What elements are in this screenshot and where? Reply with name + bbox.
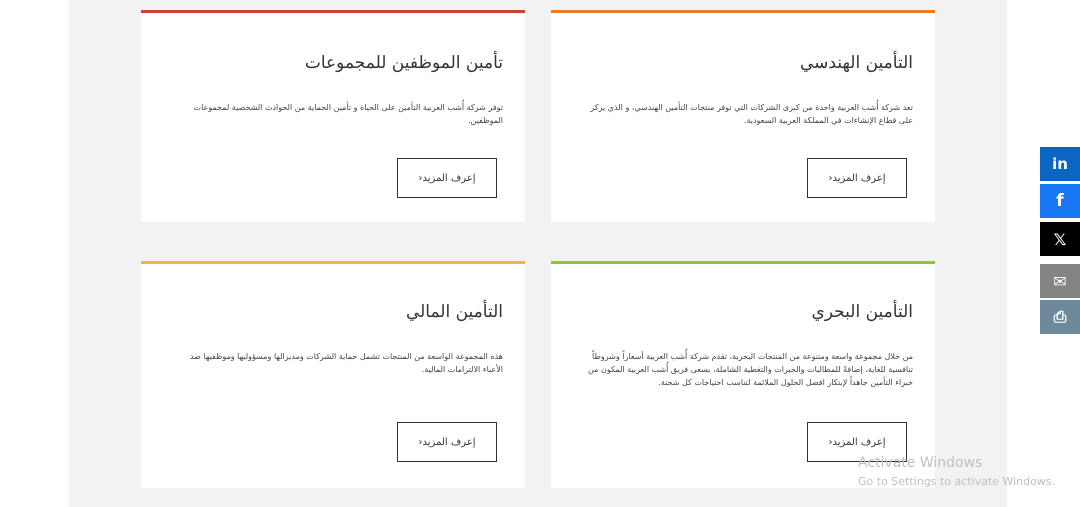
linkedin-share-button[interactable]: in xyxy=(1040,147,1080,181)
activate-windows-title: Activate Windows xyxy=(858,455,983,471)
card-group-employee-insurance: تأمين الموظفين للمجموعات توفر شركة أُشب … xyxy=(141,10,525,222)
card-title: التأمين البحري xyxy=(811,302,914,322)
facebook-share-button[interactable]: f xyxy=(1040,184,1080,218)
card-description: هذه المجموعة الواسعة من المنتجات تشمل حم… xyxy=(189,352,503,374)
card-description: من خلال مجموعة واسعة ومتنوعة من المنتجات… xyxy=(588,352,913,387)
email-icon: ✉ xyxy=(1053,271,1067,291)
card-title: التأمين المالي xyxy=(405,302,503,322)
facebook-icon: f xyxy=(1056,191,1064,211)
learn-more-button[interactable]: إعرف المزيد‹ xyxy=(807,158,907,198)
card-title: التأمين الهندسي xyxy=(800,53,913,73)
print-button[interactable]: ⎙ xyxy=(1040,300,1080,334)
card-financial-insurance: التأمين المالي هذه المجموعة الواسعة من ا… xyxy=(141,261,525,488)
card-title: تأمين الموظفين للمجموعات xyxy=(304,53,503,73)
learn-more-button[interactable]: إعرف المزيد‹ xyxy=(397,158,497,198)
email-share-button[interactable]: ✉ xyxy=(1040,264,1080,298)
x-icon: 𝕏 xyxy=(1053,229,1067,249)
activate-windows-subtitle: Go to Settings to activate Windows. xyxy=(858,475,1056,488)
linkedin-icon: in xyxy=(1052,155,1068,173)
card-marine-insurance: التأمين البحري من خلال مجموعة واسعة ومتن… xyxy=(551,261,935,488)
print-icon: ⎙ xyxy=(1053,307,1067,326)
learn-more-button[interactable]: إعرف المزيد‹ xyxy=(397,422,497,462)
x-share-button[interactable]: 𝕏 xyxy=(1040,222,1080,256)
card-description: توفر شركة أُشب العربية التأمين على الحيا… xyxy=(193,103,503,125)
card-description: تعد شركة أُشب العربية واحدة من كبرى الشر… xyxy=(590,103,913,125)
card-engineering-insurance: التأمين الهندسي تعد شركة أُشب العربية وا… xyxy=(551,10,935,222)
